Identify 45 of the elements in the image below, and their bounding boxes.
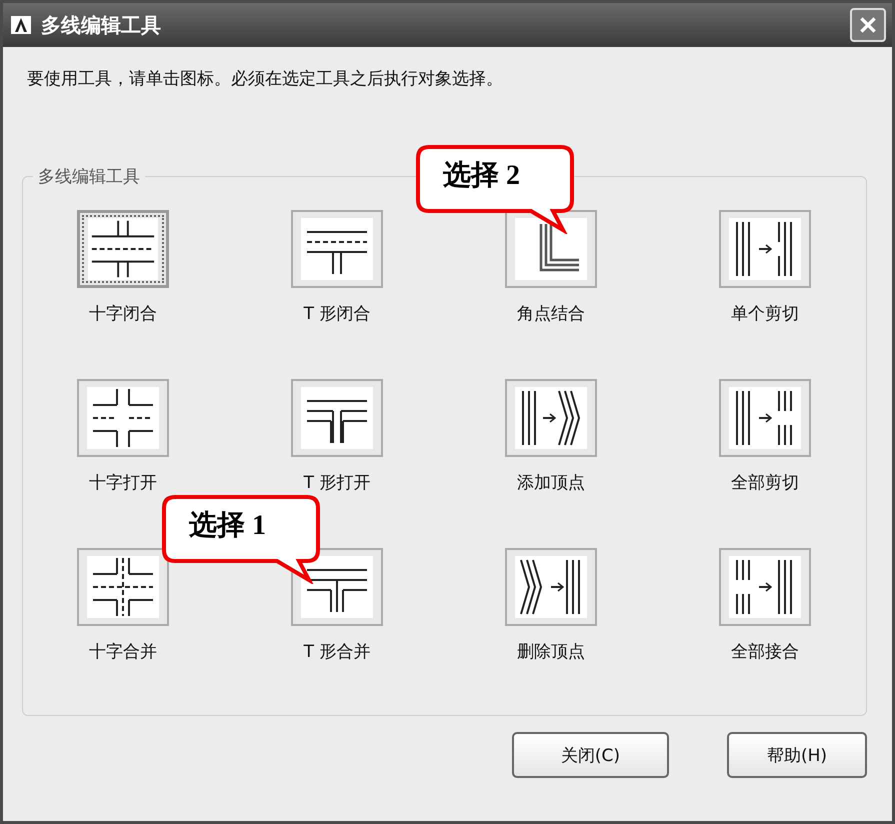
- multiline-icon: [87, 556, 159, 618]
- tool-button[interactable]: [77, 379, 169, 457]
- tool-button[interactable]: [291, 210, 383, 288]
- tool-button[interactable]: [77, 548, 169, 626]
- multiline-icon: [301, 218, 373, 280]
- tool-button[interactable]: [505, 548, 597, 626]
- multiline-icon: [729, 387, 801, 449]
- tool-label: 全部剪切: [731, 472, 799, 494]
- multiline-icon: [515, 556, 587, 618]
- multiline-icon: [515, 218, 587, 280]
- app-icon: [11, 16, 31, 34]
- multiline-icon: [301, 556, 373, 618]
- multiline-icon: [87, 387, 159, 449]
- tool-button[interactable]: [291, 548, 383, 626]
- multiline-icon: [88, 218, 158, 280]
- tool-label: 全部接合: [731, 641, 799, 663]
- tool-label: 十字闭合: [89, 303, 157, 325]
- multiline-icon: [515, 387, 587, 449]
- tool-label: 角点结合: [517, 303, 585, 325]
- tool-label: T 形合并: [304, 641, 370, 663]
- close-button[interactable]: [850, 8, 886, 42]
- tool-button[interactable]: [291, 379, 383, 457]
- window-title: 多线编辑工具: [41, 12, 162, 38]
- tool-button[interactable]: [719, 210, 811, 288]
- tool-label: 十字打开: [89, 472, 157, 494]
- dialog-button[interactable]: 帮助(H): [727, 732, 867, 778]
- callout-text: 选择 2: [443, 159, 520, 193]
- multiline-icon: [301, 387, 373, 449]
- tool-button[interactable]: [77, 210, 169, 288]
- tool-label: 添加顶点: [517, 472, 585, 494]
- callout-text: 选择 1: [189, 509, 266, 543]
- multiline-icon: [729, 218, 801, 280]
- tool-button[interactable]: [719, 379, 811, 457]
- tool-label: 删除顶点: [517, 641, 585, 663]
- multiline-icon: [729, 556, 801, 618]
- group-title: 多线编辑工具: [33, 165, 145, 188]
- tool-button[interactable]: [505, 379, 597, 457]
- dialog-button[interactable]: 关闭(C): [512, 732, 669, 778]
- tool-label: 单个剪切: [731, 303, 799, 325]
- instruction-text: 要使用工具，请单击图标。必须在选定工具之后执行对象选择。: [27, 68, 504, 90]
- tool-label: 十字合并: [89, 641, 157, 663]
- tool-button[interactable]: [505, 210, 597, 288]
- tool-label: T 形打开: [304, 472, 370, 494]
- tool-label: T 形闭合: [304, 303, 370, 325]
- tool-button[interactable]: [719, 548, 811, 626]
